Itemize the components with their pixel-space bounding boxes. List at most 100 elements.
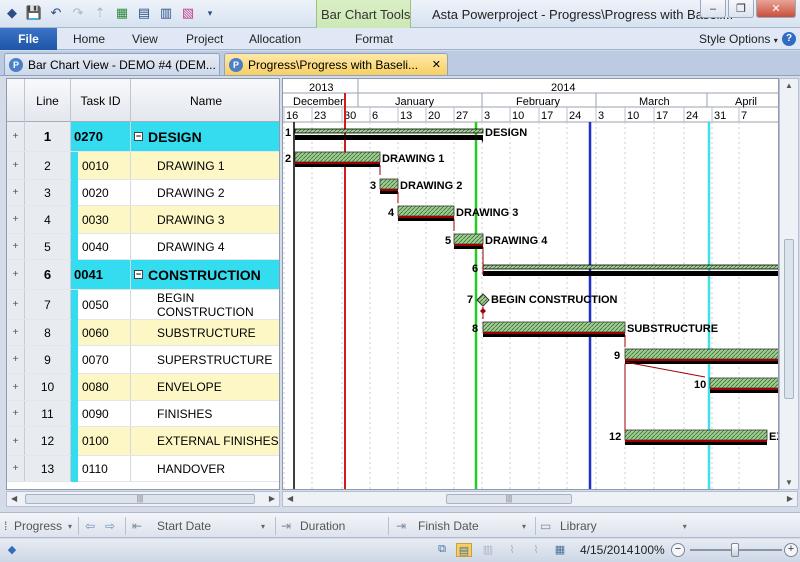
resource-graph-icon[interactable]: ⌇ bbox=[528, 543, 544, 557]
customize-qat-icon[interactable]: ▾ bbox=[200, 3, 220, 23]
expand-icon[interactable]: + bbox=[7, 180, 25, 205]
task-id-cell[interactable]: 0110 bbox=[71, 456, 131, 481]
table-row[interactable]: +11 0090 FINISHES bbox=[7, 401, 279, 427]
task-id-cell[interactable]: 0050 bbox=[71, 290, 131, 319]
previous-arrow-icon[interactable]: ⇦ bbox=[85, 517, 95, 535]
progress-dropdown[interactable]: Progress ▾ bbox=[14, 517, 72, 535]
task-id-cell[interactable]: 0020 bbox=[71, 180, 131, 205]
network-icon[interactable]: ⧉ bbox=[434, 543, 450, 557]
task-id-cell[interactable]: 0060 bbox=[71, 320, 131, 345]
task-id-cell[interactable]: 0100 bbox=[71, 427, 131, 455]
task-name-cell[interactable]: DRAWING 3 bbox=[131, 206, 279, 233]
books-icon[interactable]: ▦ bbox=[112, 3, 132, 23]
bar-chart-view-icon[interactable]: ▤ bbox=[456, 543, 472, 557]
expand-icon[interactable]: + bbox=[7, 206, 25, 233]
save-icon[interactable]: 💾 bbox=[24, 3, 44, 23]
table-row[interactable]: +4 0030 DRAWING 3 bbox=[7, 206, 279, 234]
tab-file[interactable]: File bbox=[0, 28, 57, 50]
collapse-icon[interactable]: − bbox=[134, 270, 143, 279]
table-row[interactable]: +6 0041− CONSTRUCTION bbox=[7, 260, 279, 290]
expand-icon[interactable]: + bbox=[7, 152, 25, 179]
task-name-cell[interactable]: BEGIN CONSTRUCTION bbox=[131, 290, 279, 319]
close-button[interactable]: ✕ bbox=[756, 0, 796, 18]
style-options-dropdown[interactable]: Style Options ▾ bbox=[699, 32, 778, 46]
expand-icon[interactable]: + bbox=[7, 260, 25, 289]
table-row[interactable]: +5 0040 DRAWING 4 bbox=[7, 234, 279, 260]
duration-field[interactable]: Duration bbox=[300, 517, 345, 535]
zoom-slider-thumb[interactable] bbox=[731, 543, 739, 557]
grid-scroll-thumb[interactable]: ||| bbox=[25, 494, 255, 504]
expand-icon[interactable]: + bbox=[7, 346, 25, 373]
expand-icon[interactable]: + bbox=[7, 290, 25, 319]
scroll-right-arrow[interactable]: ▶ bbox=[787, 494, 793, 503]
expand-icon[interactable]: + bbox=[7, 427, 25, 455]
finish-date-dropdown[interactable]: ▾ bbox=[516, 517, 526, 535]
scroll-up-arrow[interactable]: ▲ bbox=[785, 81, 793, 90]
task-grid[interactable]: Line Task ID Name +1 0270− DESIGN +2 0010 DRA… bbox=[6, 78, 280, 490]
zoom-out-button[interactable]: − bbox=[671, 543, 685, 557]
scroll-down-arrow[interactable]: ▼ bbox=[785, 478, 793, 487]
gantt-scroll-thumb[interactable]: ||| bbox=[446, 494, 572, 504]
table-row[interactable]: +1 0270− DESIGN bbox=[7, 122, 279, 152]
grid-icon[interactable]: ▥ bbox=[156, 3, 176, 23]
histogram-icon[interactable]: ▥ bbox=[480, 543, 496, 557]
scroll-left-arrow[interactable]: ◀ bbox=[11, 494, 17, 503]
tab-progress-baseline[interactable]: P Progress\Progress with Baseli... ✕ bbox=[224, 53, 448, 75]
help-icon[interactable]: ? bbox=[782, 32, 796, 46]
tab-bar-chart-view[interactable]: P Bar Chart View - DEMO #4 (DEM... bbox=[4, 53, 220, 75]
tab-allocation[interactable]: Allocation bbox=[249, 32, 301, 46]
task-id-cell[interactable]: 0041 bbox=[71, 260, 131, 289]
task-bar[interactable] bbox=[397, 205, 455, 217]
task-bar[interactable] bbox=[624, 429, 768, 441]
header-task-id[interactable]: Task ID bbox=[71, 79, 131, 122]
expand-icon[interactable]: + bbox=[7, 456, 25, 481]
task-id-cell[interactable]: 0070 bbox=[71, 346, 131, 373]
expand-icon[interactable]: + bbox=[7, 320, 25, 345]
expand-icon[interactable]: + bbox=[7, 374, 25, 400]
gantt-chart[interactable]: 2013 2014 December January February March Apri… bbox=[282, 78, 779, 490]
milestone-diamond[interactable] bbox=[476, 293, 490, 307]
chart-icon[interactable]: ▧ bbox=[178, 3, 198, 23]
vertical-scrollbar[interactable]: ▲ ▼ bbox=[779, 78, 799, 490]
table-row[interactable]: +10 0080 ENVELOPE bbox=[7, 374, 279, 401]
task-name-cell[interactable]: SUPERSTRUCTURE bbox=[131, 346, 279, 373]
scroll-right-arrow[interactable]: ▶ bbox=[269, 494, 275, 503]
maximize-button[interactable]: ❐ bbox=[728, 0, 754, 18]
expand-icon[interactable]: + bbox=[7, 234, 25, 259]
calendar-icon[interactable]: ▦ bbox=[552, 543, 568, 557]
scroll-left-arrow[interactable]: ◀ bbox=[287, 494, 293, 503]
tab-home[interactable]: Home bbox=[73, 32, 105, 46]
table-row[interactable]: +8 0060 SUBSTRUCTURE bbox=[7, 320, 279, 346]
expand-icon[interactable]: + bbox=[7, 401, 25, 426]
task-name-cell[interactable]: FINISHES bbox=[131, 401, 279, 426]
line-graph-icon[interactable]: ⌇ bbox=[504, 543, 520, 557]
table-row[interactable]: +7 0050 BEGIN CONSTRUCTION bbox=[7, 290, 279, 320]
gantt-horizontal-scrollbar[interactable]: ◀ ||| ▶ bbox=[282, 491, 798, 507]
task-id-cell[interactable]: 0010 bbox=[71, 152, 131, 179]
up-icon[interactable]: ⇡ bbox=[90, 3, 110, 23]
start-date-dropdown[interactable]: ▾ bbox=[255, 517, 265, 535]
task-id-cell[interactable]: 0030 bbox=[71, 206, 131, 233]
task-bar[interactable] bbox=[294, 151, 381, 163]
task-name-cell[interactable]: − CONSTRUCTION bbox=[131, 260, 279, 289]
task-name-cell[interactable]: DRAWING 2 bbox=[131, 180, 279, 205]
task-bar[interactable] bbox=[624, 348, 779, 360]
app-icon[interactable]: ◆ bbox=[2, 3, 22, 23]
task-name-cell[interactable]: EXTERNAL FINISHES bbox=[131, 427, 279, 455]
next-arrow-icon[interactable]: ⇨ bbox=[105, 517, 115, 535]
tab-project[interactable]: Project bbox=[186, 32, 223, 46]
task-name-cell[interactable]: SUBSTRUCTURE bbox=[131, 320, 279, 345]
task-id-cell[interactable]: 0090 bbox=[71, 401, 131, 426]
expand-icon[interactable]: + bbox=[7, 122, 25, 151]
header-line[interactable]: Line bbox=[25, 79, 71, 122]
table-row[interactable]: +2 0010 DRAWING 1 bbox=[7, 152, 279, 180]
grid-horizontal-scrollbar[interactable]: ◀ ||| ▶ bbox=[6, 491, 280, 507]
table-row[interactable]: +9 0070 SUPERSTRUCTURE bbox=[7, 346, 279, 374]
table-row[interactable]: +13 0110 HANDOVER bbox=[7, 456, 279, 482]
start-date-field[interactable]: Start Date bbox=[157, 517, 211, 535]
task-id-cell[interactable]: 0270 bbox=[71, 122, 131, 151]
task-name-cell[interactable]: − DESIGN bbox=[131, 122, 279, 151]
task-bar[interactable] bbox=[379, 178, 399, 190]
layout-icon[interactable]: ▤ bbox=[134, 3, 154, 23]
undo-icon[interactable]: ↶ bbox=[46, 3, 66, 23]
